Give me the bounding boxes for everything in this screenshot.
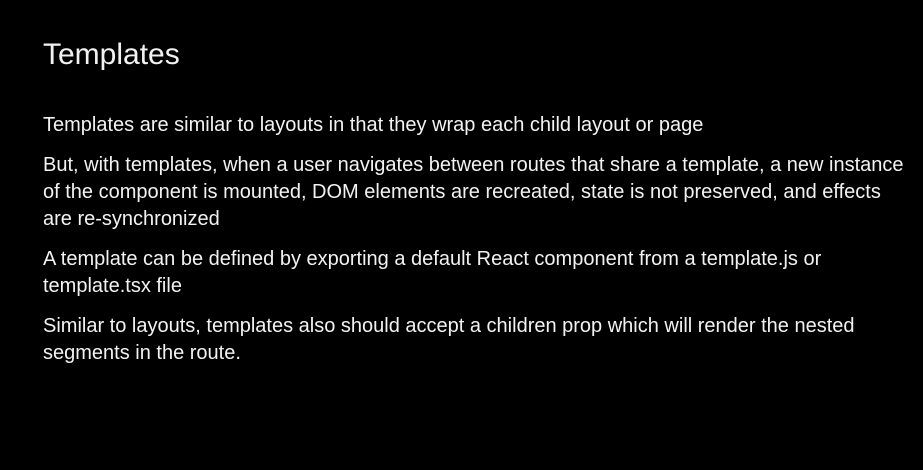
slide-title: Templates <box>43 38 180 71</box>
presentation-slide: Templates Templates are similar to layou… <box>0 0 923 470</box>
slide-paragraph-2: But, with templates, when a user navigat… <box>43 154 904 230</box>
slide-paragraph-3: A template can be defined by exporting a… <box>43 248 822 297</box>
slide-paragraph-4: Similar to layouts, templates also shoul… <box>43 315 855 364</box>
slide-body: Templates are similar to layouts in that… <box>43 112 915 367</box>
slide-paragraph-1: Templates are similar to layouts in that… <box>43 114 704 136</box>
